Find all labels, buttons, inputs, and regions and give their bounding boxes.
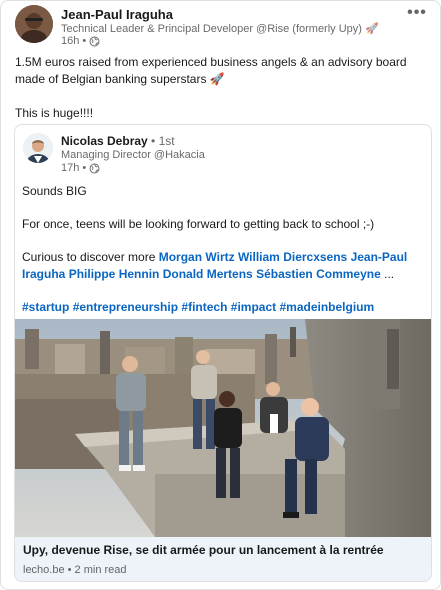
mention-link[interactable]: Philippe Hennin [69, 267, 160, 281]
post-text: 1.5M euros raised from experienced busin… [15, 54, 430, 122]
hashtag-link[interactable]: #impact [231, 300, 276, 314]
globe-icon [89, 163, 100, 173]
mentions-paragraph: Curious to discover more Morgan Wirtz Wi… [22, 249, 427, 282]
shared-post-meta: 17h • [61, 162, 100, 174]
hashtag-link[interactable]: #madeinbelgium [279, 300, 374, 314]
shared-text-line: For once, teens will be looking forward … [22, 217, 375, 231]
author-headline: Technical Leader & Principal Developer @… [61, 23, 379, 35]
hashtag-link[interactable]: #startup [22, 300, 69, 314]
shared-post-text: Sounds BIG For once, teens will be looki… [22, 183, 427, 315]
shared-author-headline: Managing Director @Hakacia [61, 149, 205, 161]
author-name[interactable]: Jean-Paul Iraguha [61, 7, 173, 22]
shared-text-line: Sounds BIG [22, 184, 87, 198]
hashtags-paragraph: #startup #entrepreneurship #fintech #imp… [22, 299, 427, 316]
hashtag-link[interactable]: #fintech [181, 300, 227, 314]
mentions-prefix: Curious to discover more [22, 250, 159, 264]
post-meta: 16h • [61, 35, 100, 47]
post-text-line: This is huge!!!! [15, 106, 94, 120]
meta-separator: • [82, 35, 87, 47]
mention-link[interactable]: William Diercxsens [238, 250, 347, 264]
feed-post: Jean-Paul Iraguha Technical Leader & Pri… [0, 0, 441, 590]
article-title[interactable]: Upy, devenue Rise, se dit armée pour un … [23, 543, 423, 557]
shared-post[interactable]: Nicolas Debray • 1st Managing Director @… [14, 124, 432, 582]
author-avatar[interactable] [15, 5, 53, 43]
article-footer[interactable]: Upy, devenue Rise, se dit armée pour un … [15, 537, 431, 581]
shared-author-name[interactable]: Nicolas Debray • 1st [61, 134, 175, 148]
post-time: 16h [61, 35, 80, 47]
globe-icon [89, 36, 100, 46]
shared-author-name-text[interactable]: Nicolas Debray [61, 134, 148, 148]
mention-link[interactable]: Sébastien Commeyne [256, 267, 381, 281]
meta-separator: • [82, 162, 87, 174]
shared-post-time: 17h [61, 162, 80, 174]
article-source: lecho.be • 2 min read [23, 564, 127, 576]
post-text-line: 1.5M euros raised from experienced busin… [15, 55, 407, 86]
article-image[interactable] [15, 319, 431, 537]
connection-degree: • 1st [147, 134, 175, 148]
shared-author-avatar[interactable] [23, 133, 53, 163]
hashtag-link[interactable]: #entrepreneurship [73, 300, 178, 314]
more-icon: ••• [407, 4, 427, 21]
more-options-button[interactable]: ••• [404, 3, 430, 23]
mention-link[interactable]: Morgan Wirtz [159, 250, 235, 264]
see-more-ellipsis[interactable]: ... [384, 267, 394, 281]
mention-link[interactable]: Donald Mertens [163, 267, 253, 281]
